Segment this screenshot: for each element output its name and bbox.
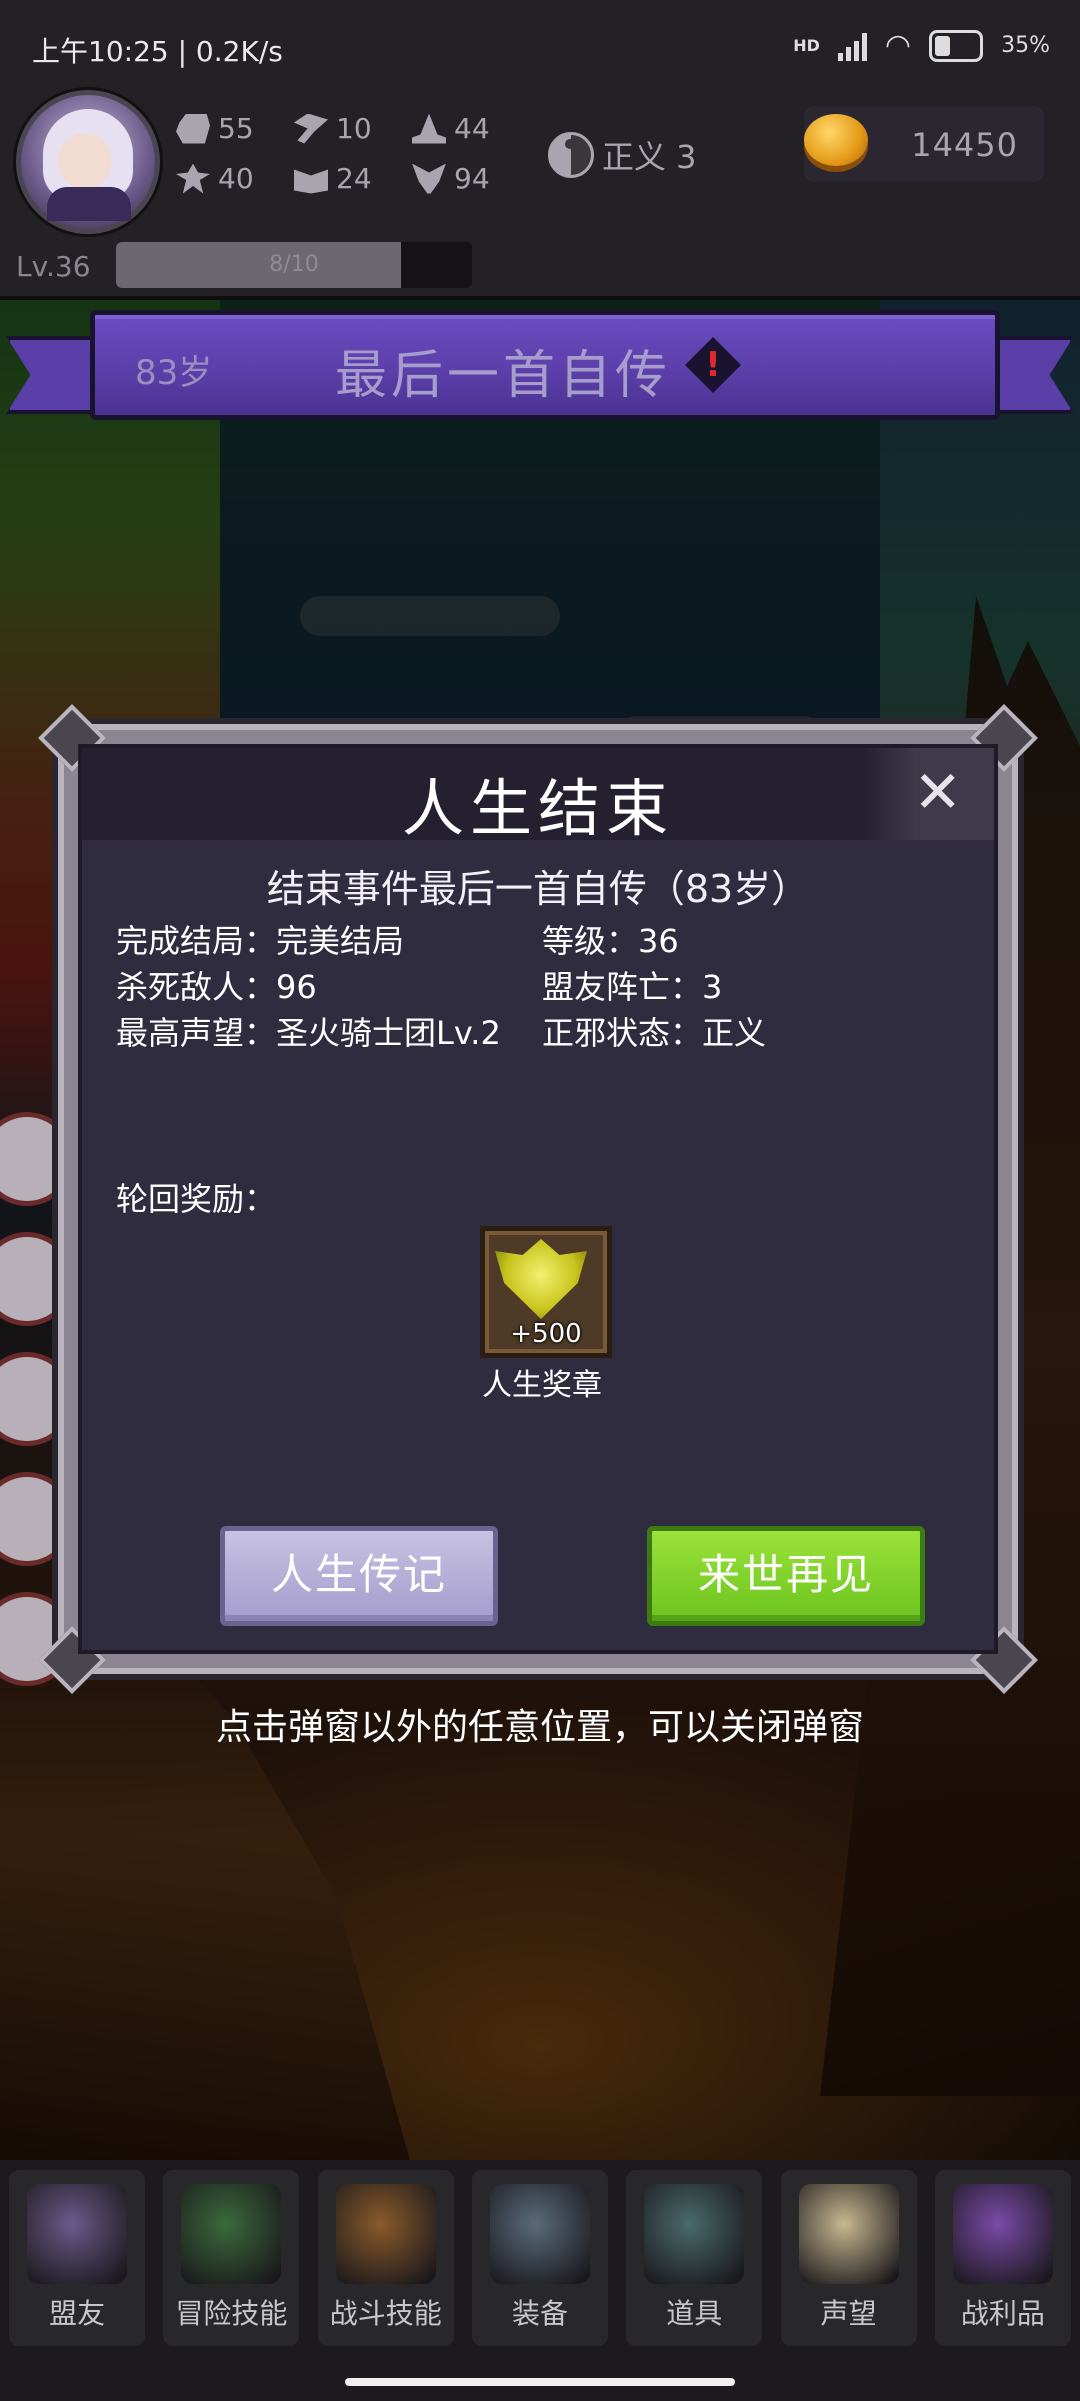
info-value: 36	[638, 922, 679, 960]
info-label: 等级：	[542, 922, 639, 960]
signal-icon	[837, 31, 867, 61]
stat-value: 40	[218, 162, 254, 195]
event-banner[interactable]: 83岁 最后一首自传 !	[0, 300, 1080, 430]
info-label: 盟友阵亡：	[542, 968, 703, 1006]
stat-value: 55	[218, 112, 254, 145]
handshake-icon	[27, 2184, 128, 2284]
treasure-chest-icon	[952, 2184, 1053, 2284]
home-indicator[interactable]	[345, 2378, 735, 2386]
close-button[interactable]: ✕	[864, 748, 994, 840]
banner-body: 83岁 最后一首自传 !	[90, 310, 1000, 420]
axe-icon	[294, 113, 328, 144]
reward-quantity: +500	[510, 1319, 582, 1349]
status-time: 上午10:25 | 0.2K/s	[32, 35, 283, 68]
stat-magic: 44	[412, 112, 490, 145]
bottom-nav: 盟友 冒险技能 战斗技能 装备 道具 声望 战利品	[0, 2160, 1080, 2360]
nav-label: 装备	[511, 2297, 568, 2330]
nav-label: 盟友	[49, 2297, 106, 2330]
fist-icon	[176, 113, 210, 144]
alert-glyph: !	[705, 345, 721, 385]
reward-label: 轮回奖励：	[116, 1180, 277, 1218]
karma-status[interactable]: 正义 3	[548, 132, 697, 178]
player-header: 55 10 44 40 24 94 正义 3 14450 Lv.36 8/10	[0, 90, 1080, 300]
info-value: 3	[702, 968, 723, 1006]
green-book-icon	[181, 2184, 282, 2284]
stat-value: 10	[336, 112, 372, 145]
modal-body: 人生结束 ✕ 结束事件最后一首自传（83岁） 完成结局：完美结局 等级：36 杀…	[78, 744, 998, 1654]
nav-items[interactable]: 道具	[626, 2170, 763, 2346]
pouch-icon	[644, 2184, 745, 2284]
info-ending: 完成结局：完美结局	[116, 916, 404, 962]
battery-icon	[929, 29, 984, 62]
info-level: 等级：36	[542, 916, 679, 962]
xp-bar: 8/10	[116, 242, 472, 288]
scroll-icon	[798, 2184, 899, 2284]
info-kills: 杀死敌人：96	[116, 962, 317, 1008]
stat-value: 44	[454, 112, 490, 145]
info-allies-fallen: 盟友阵亡：3	[542, 962, 722, 1008]
crossed-swords-icon	[489, 2184, 590, 2284]
status-bar: 上午10:25 | 0.2K/s HD ◠ 35%	[0, 0, 1080, 90]
nav-loot[interactable]: 战利品	[934, 2170, 1071, 2346]
stat-value: 24	[336, 162, 372, 195]
karma-label: 正义 3	[602, 138, 697, 176]
info-value: 正义	[702, 1014, 767, 1052]
alert-icon: !	[685, 337, 741, 393]
modal-title: 人生结束	[401, 772, 674, 845]
life-end-modal: 人生结束 ✕ 结束事件最后一首自传（83岁） 完成结局：完美结局 等级：36 杀…	[38, 704, 1038, 1694]
event-title: 最后一首自传	[335, 346, 672, 406]
wings-icon	[412, 163, 446, 194]
stat-value: 94	[454, 162, 490, 195]
stat-agility: 94	[412, 162, 490, 195]
next-life-button[interactable]: 来世再见	[647, 1526, 925, 1626]
gold-coin-icon	[804, 114, 868, 166]
ending-event-line: 结束事件最后一首自传（83岁）	[266, 867, 810, 911]
info-label: 最高声望：	[116, 1014, 277, 1052]
info-label: 正邪状态：	[542, 1014, 703, 1052]
clover-icon	[176, 163, 210, 194]
yin-yang-icon	[548, 132, 594, 178]
stat-strength: 55	[176, 112, 254, 145]
info-label: 杀死敌人：	[116, 968, 277, 1006]
info-value: 96	[276, 968, 317, 1006]
info-value: 圣火骑士团Lv.2	[276, 1014, 501, 1052]
close-hint: 点击弹窗以外的任意位置，可以关闭弹窗	[215, 1707, 864, 1748]
wifi-icon: ◠	[884, 28, 912, 63]
gold-counter[interactable]: 14450	[804, 106, 1044, 182]
info-alignment: 正邪状态：正义	[542, 1008, 766, 1054]
status-icons: HD ◠ 35%	[793, 28, 1050, 63]
nav-label: 冒险技能	[175, 2297, 288, 2330]
stat-luck: 40	[176, 162, 254, 195]
modal-header: 人生结束 ✕	[82, 748, 994, 845]
medal-icon	[495, 1239, 587, 1319]
level-label: Lv.36	[16, 250, 91, 283]
xp-text: 8/10	[269, 252, 319, 277]
info-reputation: 最高声望：圣火骑士团Lv.2	[116, 1008, 501, 1054]
stat-attack: 10	[294, 112, 372, 145]
nav-allies[interactable]: 盟友	[9, 2170, 146, 2346]
book-icon	[294, 169, 328, 194]
nav-adventure-skills[interactable]: 冒险技能	[163, 2170, 300, 2346]
reward-item[interactable]: +500	[480, 1226, 612, 1358]
event-age: 83岁	[135, 353, 213, 393]
nav-label: 战斗技能	[329, 2297, 442, 2330]
nav-label: 战利品	[960, 2297, 1045, 2330]
info-value: 完美结局	[276, 922, 405, 960]
reward-name: 人生奖章	[482, 1368, 602, 1403]
battery-percent: 35%	[1001, 33, 1050, 58]
gold-value: 14450	[911, 126, 1018, 164]
nav-combat-skills[interactable]: 战斗技能	[317, 2170, 454, 2346]
close-icon[interactable]: ✕	[913, 758, 962, 826]
nav-reputation[interactable]: 声望	[780, 2170, 917, 2346]
info-label: 完成结局：	[116, 922, 277, 960]
nav-label: 声望	[820, 2297, 877, 2330]
stat-intellect: 24	[294, 162, 372, 195]
nav-equipment[interactable]: 装备	[471, 2170, 608, 2346]
nav-label: 道具	[666, 2297, 723, 2330]
player-avatar[interactable]	[16, 90, 160, 234]
backpack-icon	[335, 2184, 436, 2284]
witch-hat-icon	[412, 113, 446, 144]
hd-badge: HD	[793, 36, 820, 55]
life-biography-button[interactable]: 人生传记	[220, 1526, 498, 1626]
